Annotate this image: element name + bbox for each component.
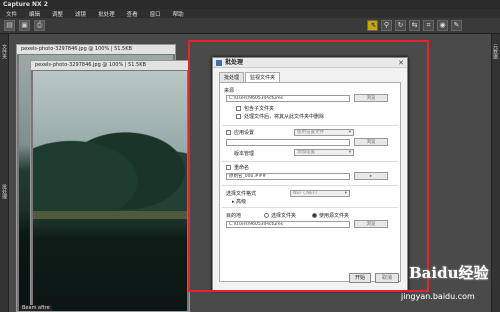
straighten-tool-icon[interactable]: ⇆ bbox=[409, 20, 420, 31]
menu-bar: 文件 编辑 调整 滤镜 批处理 查看 窗口 帮助 bbox=[0, 9, 500, 18]
image-window-front[interactable]: pexels-photo-3297846.jpg @ 100% | 51.5KB bbox=[30, 60, 190, 312]
tool-palette: ↖ ✋ ⚲ ↻ ⇆ ⌗ ◉ ✎ bbox=[367, 20, 462, 31]
forest-lake-photo bbox=[33, 71, 187, 311]
menu-edit[interactable]: 编辑 bbox=[23, 10, 46, 18]
menu-window[interactable]: 窗口 bbox=[144, 10, 167, 18]
forest-trees bbox=[33, 111, 187, 211]
image-window-title[interactable]: pexels-photo-3297846.jpg @ 100% | 51.5KB bbox=[31, 61, 189, 70]
menu-adjust[interactable]: 调整 bbox=[46, 10, 69, 18]
metadata-tab[interactable]: 元数据 bbox=[492, 44, 499, 59]
baidu-watermark: Baidu经验 jingyan.baidu.com bbox=[395, 262, 500, 312]
baidu-logo: Baidu经验 bbox=[409, 264, 489, 282]
batch-tab[interactable]: 批处理 bbox=[1, 184, 8, 199]
menu-file[interactable]: 文件 bbox=[0, 10, 23, 18]
image-window-title[interactable]: pexels-photo-3297846.jpg @ 100% | 51.5KB bbox=[17, 45, 175, 54]
arrow-tool-icon[interactable]: ↖ bbox=[367, 20, 378, 31]
watermark-url: jingyan.baidu.com bbox=[401, 292, 475, 301]
zoom-tool-icon[interactable]: ⚲ bbox=[381, 20, 392, 31]
redeye-tool-icon[interactable]: ◉ bbox=[437, 20, 448, 31]
brush-tool-icon[interactable]: ✎ bbox=[451, 20, 462, 31]
lake-bank bbox=[33, 211, 187, 219]
app-title: Capture NX 2 bbox=[0, 0, 500, 9]
menu-filter[interactable]: 滤镜 bbox=[69, 10, 92, 18]
menu-batch[interactable]: 批处理 bbox=[92, 10, 121, 18]
crop-tool-icon[interactable]: ⌗ bbox=[423, 20, 434, 31]
left-panel-strip: 文件夹 批处理 bbox=[0, 34, 9, 312]
menu-help[interactable]: 帮助 bbox=[167, 10, 190, 18]
highlight-box bbox=[188, 40, 429, 292]
menu-view[interactable]: 查看 bbox=[121, 10, 144, 18]
rotate-tool-icon[interactable]: ↻ bbox=[395, 20, 406, 31]
folder-icon[interactable]: ▣ bbox=[19, 20, 30, 31]
status-label: Beam aftre bbox=[20, 305, 52, 311]
browser-icon[interactable]: ▤ bbox=[4, 20, 15, 31]
print-icon[interactable]: ⎙ bbox=[34, 20, 45, 31]
app-window: Capture NX 2 文件 编辑 调整 滤镜 批处理 查看 窗口 帮助 ▤ … bbox=[0, 0, 500, 312]
folder-tab[interactable]: 文件夹 bbox=[1, 44, 8, 59]
